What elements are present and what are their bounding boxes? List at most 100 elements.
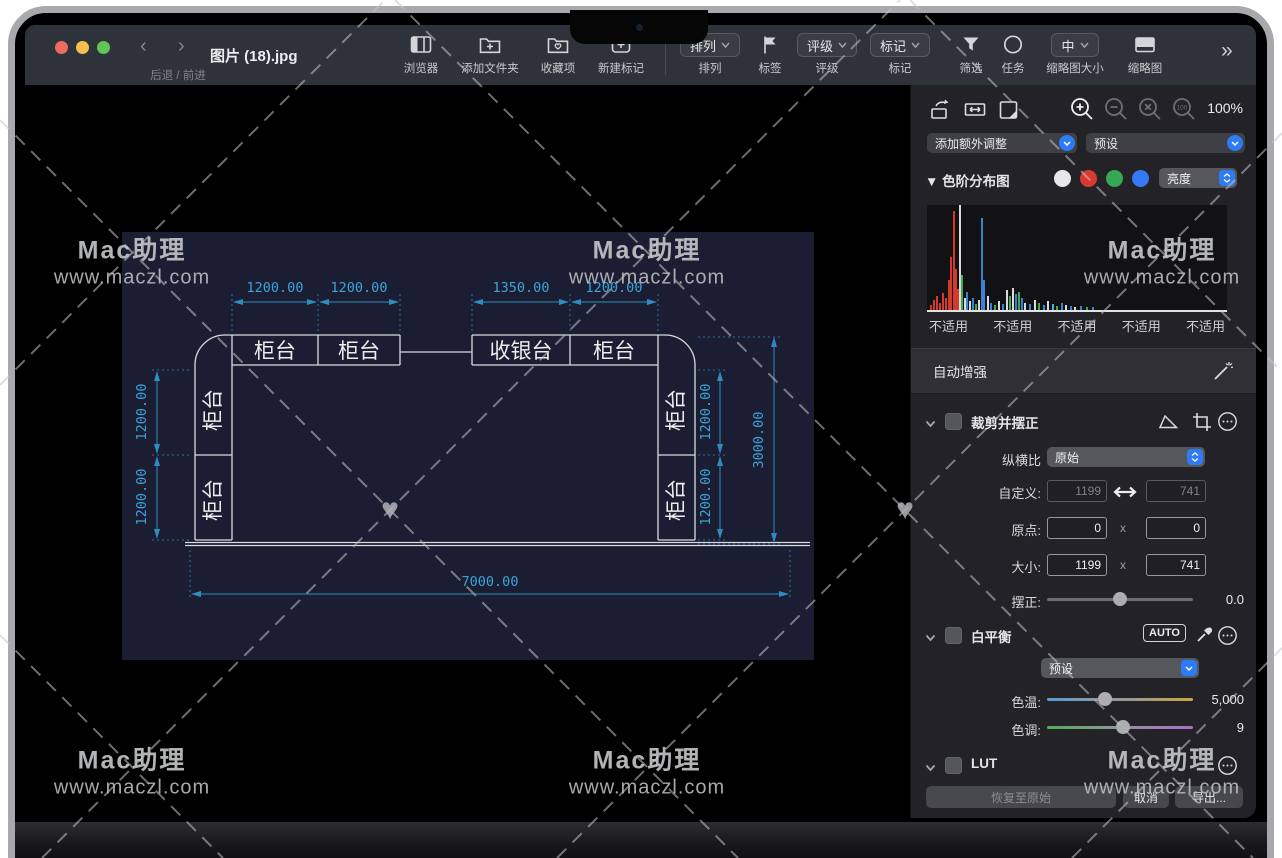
zoom-fit-button[interactable] (1137, 96, 1163, 122)
flip-horizontal-button[interactable] (963, 98, 987, 122)
lut-section-title: LUT (971, 756, 997, 771)
auto-enhance-label: 自动增强 (933, 361, 987, 381)
thumbnail-size-dropdown[interactable]: 中 (1051, 33, 1098, 57)
wb-more-button[interactable] (1217, 625, 1238, 646)
forward-button[interactable]: › (178, 35, 185, 57)
preset-dropdown-top[interactable]: 预设 (1086, 133, 1245, 153)
custom-height-field[interactable]: 741 (1146, 480, 1206, 502)
origin-x-field[interactable]: 0 (1047, 517, 1107, 539)
aspect-ratio-select[interactable]: 原始 (1047, 447, 1205, 467)
canvas-size-button[interactable] (997, 98, 1021, 122)
window-title: 图片 (18).jpg (210, 45, 298, 66)
section-collapse-button[interactable] (925, 760, 936, 775)
crop-section-title: 裁剪并摆正 (971, 412, 1039, 432)
cad-label-right-counter-2: 柜台 (664, 479, 688, 521)
zoom-100-button[interactable]: 100 (1171, 96, 1197, 122)
crop-tool-button[interactable] (1191, 411, 1213, 433)
histogram-header: ▼ 色阶分布图 亮度 (911, 168, 1256, 192)
temperature-label: 色温: (911, 692, 1041, 711)
cad-dim-left-2: 1200.00 (134, 469, 150, 526)
crop-section-header: 裁剪并摆正 (911, 410, 1256, 436)
zoom-in-button[interactable] (1069, 96, 1095, 122)
link-dimensions-icon[interactable] (1112, 485, 1138, 499)
add-folder-icon (478, 33, 502, 57)
channel-white-dot[interactable] (1054, 170, 1071, 187)
temperature-slider-thumb[interactable] (1098, 692, 1112, 706)
straighten-tool-button[interactable] (1157, 411, 1179, 431)
wb-preset-value: 预设 (1049, 660, 1073, 677)
origin-y-field[interactable]: 0 (1146, 517, 1206, 539)
wb-section-title: 白平衡 (971, 626, 1012, 646)
na-label: 不适用 (993, 316, 1032, 335)
tint-slider-thumb[interactable] (1116, 720, 1130, 734)
toolbar-item-label: 评级 (816, 60, 839, 76)
section-collapse-button[interactable] (925, 416, 936, 431)
rotate-button[interactable] (929, 98, 955, 122)
wb-auto-button[interactable]: AUTO (1143, 624, 1186, 642)
toolbar-item-label: 缩略图 (1128, 60, 1163, 76)
channel-blue-dot[interactable] (1132, 170, 1149, 187)
toolbar-item-label: 任务 (1002, 60, 1025, 76)
chevron-down-icon (911, 42, 920, 48)
cad-label-counter-3: 柜台 (593, 339, 635, 363)
channel-select-value: 亮度 (1167, 170, 1191, 187)
toolbar-overflow-button[interactable]: » (1221, 39, 1231, 63)
restore-original-button[interactable]: 恢复至原始 (926, 786, 1116, 808)
cad-dim-bottom: 7000.00 (462, 574, 519, 590)
crop-enable-checkbox[interactable] (945, 413, 962, 430)
cad-dim-top-3: 1350.00 (493, 280, 550, 296)
adjustments-panel: 100 100% 添加额外调整 预设 (910, 85, 1256, 818)
lut-enable-checkbox[interactable] (945, 757, 962, 774)
mark-dropdown[interactable]: 标记 (870, 33, 930, 57)
macbook-notch (570, 10, 708, 44)
toolbar-item-label: 排列 (699, 60, 722, 76)
cad-dim-top-2: 1200.00 (331, 280, 388, 296)
cad-dim-right-1: 1200.00 (698, 384, 714, 441)
straighten-slider[interactable] (1047, 592, 1193, 606)
tint-slider[interactable] (1047, 720, 1193, 734)
straighten-value: 0.0 (1184, 592, 1244, 607)
auto-enhance-button[interactable]: 自动增强 (911, 348, 1256, 394)
rating-dropdown[interactable]: 评级 (797, 33, 857, 57)
temperature-slider[interactable] (1047, 692, 1193, 706)
channel-green-dot[interactable] (1106, 170, 1123, 187)
browser-icon (409, 33, 433, 57)
panel-footer: 恢复至原始 取消 导出... (911, 786, 1256, 810)
screenshot-stage: ‹ › 后退 / 前进 图片 (18).jpg 浏览器 添加文件夹 (0, 0, 1282, 858)
cancel-button[interactable]: 取消 (1123, 786, 1169, 808)
section-collapse-button[interactable] (925, 630, 936, 645)
rotate-icon (929, 98, 955, 122)
straighten-row: 摆正: 0.0 (911, 588, 1256, 612)
histogram-bars (927, 205, 1227, 312)
zoom-out-button[interactable] (1103, 96, 1129, 122)
channel-select[interactable]: 亮度 (1159, 168, 1237, 188)
na-label: 不适用 (929, 316, 968, 335)
wb-enable-checkbox[interactable] (945, 627, 962, 644)
ellipsis-circle-icon (1217, 411, 1238, 432)
channel-red-dot[interactable] (1080, 170, 1097, 187)
lut-more-button[interactable] (1217, 755, 1238, 776)
close-button[interactable] (55, 41, 68, 54)
zoom-out-icon (1103, 96, 1129, 122)
chevron-down-icon (1080, 42, 1089, 48)
custom-width-field[interactable]: 1199 (1047, 480, 1107, 502)
temperature-slider-track[interactable] (1047, 698, 1193, 701)
add-adjustment-dropdown[interactable]: 添加额外调整 (927, 133, 1077, 153)
tint-label: 色调: (911, 720, 1041, 739)
export-button[interactable]: 导出... (1175, 786, 1243, 808)
crop-more-button[interactable] (1217, 411, 1238, 432)
toolbar-item-label: 添加文件夹 (461, 60, 519, 76)
svg-text:100: 100 (1177, 105, 1188, 112)
wb-eyedropper-button[interactable] (1195, 624, 1215, 644)
cad-dim-right-total: 3000.00 (751, 412, 767, 469)
minimize-button[interactable] (76, 41, 89, 54)
back-button[interactable]: ‹ (140, 35, 147, 57)
app-window: ‹ › 后退 / 前进 图片 (18).jpg 浏览器 添加文件夹 (25, 25, 1256, 818)
size-width-field[interactable]: 1199 (1047, 554, 1107, 576)
straighten-slider-thumb[interactable] (1113, 592, 1127, 606)
wb-preset-select[interactable]: 预设 (1041, 658, 1199, 678)
zoom-button[interactable] (97, 41, 110, 54)
panel-tools-row: 100 100% (911, 93, 1256, 129)
toolbar-thumbnail-button[interactable]: 缩略图 (1100, 33, 1190, 76)
size-height-field[interactable]: 741 (1146, 554, 1206, 576)
